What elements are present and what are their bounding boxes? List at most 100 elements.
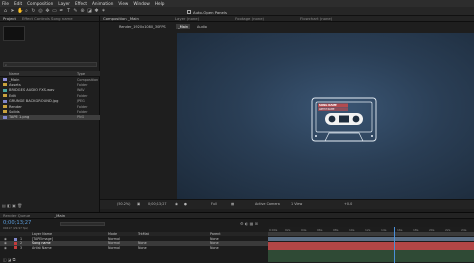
composition-viewer[interactable]: SONG NAME ARTIST NAME [177,33,474,199]
layer-bar[interactable] [268,246,474,250]
bpc-icon[interactable]: ▤ ◧ ▣ 🗑 [2,203,22,208]
column-trkmat[interactable]: TrkMat [138,232,149,236]
breadcrumb-main[interactable]: _Main [176,24,191,29]
breadcrumb-audio[interactable]: Audio [197,25,207,29]
timeline-footer-icons[interactable]: ◫ ◪ ⧉ [3,257,15,262]
work-area-bar[interactable] [268,232,474,236]
menu-file[interactable]: File [2,1,9,6]
timeline-search-input[interactable] [60,222,105,226]
rotate-tool-icon[interactable]: ↻ [31,9,36,14]
layer-parent[interactable]: None [210,246,219,250]
hand-tool-icon[interactable]: ✋ [17,9,23,14]
puppet-tool-icon[interactable]: ✶ [101,9,106,14]
menu-effect[interactable]: Effect [75,1,87,6]
menu-animation[interactable]: Animation [92,1,113,6]
project-item[interactable]: TAPE 1.png PNG [0,114,100,121]
layer-bar[interactable] [268,237,474,242]
audio-file-icon [3,88,7,92]
fit-icon[interactable]: ▣ [137,202,140,206]
menu-window[interactable]: Window [133,1,150,6]
layer-name[interactable]: Artist Name [32,246,52,250]
views-dropdown[interactable]: 1 View [291,202,302,206]
zoom-tool-icon[interactable]: ⌕ [24,9,29,14]
layer-mode[interactable]: Normal [108,237,120,241]
tab-layer[interactable]: Layer (none) [175,16,199,21]
tab-footage[interactable]: Footage (none) [235,16,264,21]
brush-tool-icon[interactable]: ✎ [73,9,78,14]
item-name: Edit [9,93,16,98]
ruler-tick: 24s [461,227,467,232]
visibility-icon[interactable]: ◉ [4,246,7,250]
tab-project[interactable]: Project [3,16,16,21]
item-name: Assets [9,82,21,87]
layer-trkmat[interactable]: None [138,246,147,250]
tab-effect-controls[interactable]: Effect Controls Song name [22,16,73,21]
timeline-header: Render Queue _Main [0,213,474,219]
snapshot-icon[interactable]: ◉ [175,202,178,206]
ruler-tick: 12s [365,227,371,232]
layer-name[interactable]: Song name [32,241,51,245]
ruler-tick: 20s [429,227,435,232]
auto-open-checkbox[interactable] [187,10,191,14]
item-type: Folder [77,82,88,87]
rectangle-tool-icon[interactable]: ▭ [52,9,57,14]
column-layer-name[interactable]: Layer Name [32,232,52,236]
zoom-dropdown[interactable]: (50.2%) [117,202,130,206]
label-color[interactable] [14,246,17,250]
pen-tool-icon[interactable]: ✒ [59,9,64,14]
layer-parent[interactable]: None [210,237,219,241]
exposure-value[interactable]: +0.0 [344,202,352,206]
menu-edit[interactable]: Edit [14,1,22,6]
auto-open-label: Auto-Open Panels [193,9,227,15]
color-channel-icon[interactable]: ● [184,202,187,206]
layer-name[interactable]: [TAPEImage] [32,237,53,241]
item-type: JPEG [77,99,85,104]
column-parent[interactable]: Parent [210,232,221,236]
selection-tool-icon[interactable]: ➤ [10,9,15,14]
tab-render-queue[interactable]: Render Queue [3,213,30,218]
column-type[interactable]: Type [77,72,85,76]
composition-panel: Composition _Main Layer (none) Footage (… [100,16,474,212]
breadcrumb-render[interactable]: Render_1920x1080_30FPS [119,25,166,29]
region-icon[interactable]: ▦ [231,202,234,206]
column-mode[interactable]: Mode [108,232,117,236]
visibility-icon[interactable]: ◉ [4,237,7,241]
type-tool-icon[interactable]: T [66,9,71,14]
menu-view[interactable]: View [118,1,128,6]
layer-number: 1 [20,237,23,241]
audio-layer-bar[interactable] [268,250,474,263]
menu-layer[interactable]: Layer [58,1,70,6]
layer-mode[interactable]: Normal [108,246,120,250]
menu-help[interactable]: Help [155,1,165,6]
visibility-icon[interactable]: ◉ [4,241,7,245]
item-name: _Main [9,77,20,82]
layer-bar[interactable] [268,241,474,246]
tab-flowchart[interactable]: Flowchart (none) [300,16,332,21]
tab-main-timeline[interactable]: _Main [54,213,65,218]
project-panel: Project Effect Controls Song name ⌕ Name… [0,16,100,212]
layer-parent[interactable]: None [210,241,219,245]
menu-composition[interactable]: Composition [27,1,53,6]
resolution-dropdown[interactable]: Full [211,202,217,206]
label-color[interactable] [14,237,17,241]
eraser-tool-icon[interactable]: ◪ [87,9,92,14]
current-time-indicator[interactable] [394,227,395,263]
home-icon[interactable]: ⌂ [3,9,8,14]
timecode-display[interactable]: 0;00;13;27 [148,202,167,206]
item-name: GRUNGE BACKGROUND.jpg [9,99,59,104]
pan-behind-tool-icon[interactable]: ✥ [45,9,50,14]
project-search-input[interactable]: ⌕ [3,62,97,67]
timeline-column-header: Layer Name Mode TrkMat Parent [0,232,268,237]
camera-tool-icon[interactable]: ◎ [38,9,43,14]
layer-mode[interactable]: Normal [108,241,120,245]
layer-row[interactable]: ◉ 3 Artist Name Normal None None [0,246,268,250]
label-color[interactable] [14,241,17,245]
roto-tool-icon[interactable]: ✱ [94,9,99,14]
column-name[interactable]: Name [9,72,19,76]
viewer-footer: (50.2%) ▣ 0;00;13;27 ◉ ● Full ▦ Active C… [100,199,474,209]
camera-dropdown[interactable]: Active Camera [255,202,280,206]
clone-tool-icon[interactable]: ⊕ [80,9,85,14]
timeline-switches-icon[interactable]: ⚙ ◐ ▦ ⊞ [240,221,258,226]
layer-trkmat[interactable]: None [138,241,147,245]
tab-composition[interactable]: Composition _Main [103,16,139,21]
